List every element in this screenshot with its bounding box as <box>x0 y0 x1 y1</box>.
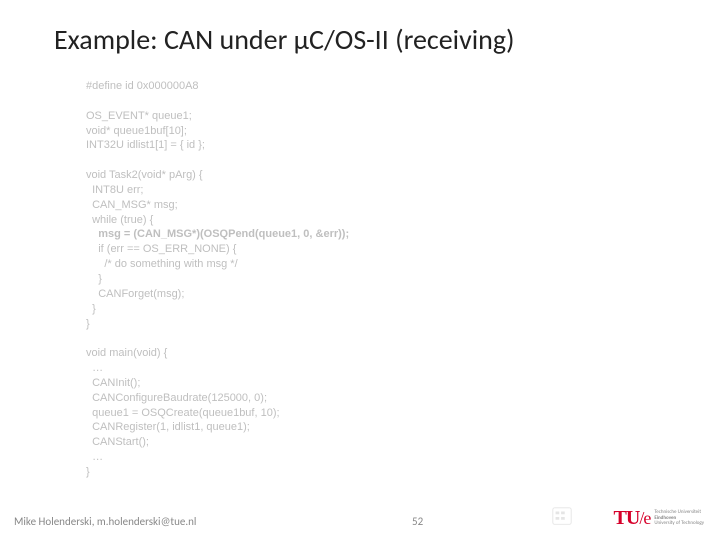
slide-title: Example: CAN under μC/OS-II (receiving) <box>0 0 720 57</box>
footer-page-number: 52 <box>412 515 423 528</box>
code-line: INT32U idlist1[1] = { id }; <box>86 139 205 151</box>
code-line: CANConfigureBaudrate(125000, 0); <box>86 392 267 404</box>
slide-footer: Mike Holenderski, m.holenderski@tue.nl 5… <box>0 504 720 532</box>
san-logo-icon <box>550 506 574 528</box>
code-line: /* do something with msg */ <box>86 258 238 270</box>
code-line: INT8U err; <box>86 184 143 196</box>
code-line: } <box>86 303 96 315</box>
code-line: … <box>86 451 103 463</box>
tue-logo: TU/e Technische Universiteit Eindhoven U… <box>614 507 704 530</box>
tue-sub-line: University of Technology <box>654 520 704 526</box>
code-line: void* queue1buf[10]; <box>86 125 187 137</box>
code-line: } <box>86 273 102 285</box>
code-line: CANForget(msg); <box>86 288 184 300</box>
code-line: void main(void) { <box>86 347 167 359</box>
code-line: … <box>86 362 103 374</box>
code-line: CANStart(); <box>86 436 149 448</box>
tue-logo-subtitle: Technische Universiteit Eindhoven Univer… <box>654 510 704 527</box>
code-line: queue1 = OSQCreate(queue1buf, 10); <box>86 407 280 419</box>
code-line: #define id 0x000000A8 <box>86 80 199 92</box>
code-line: OS_EVENT* queue1; <box>86 110 192 122</box>
footer-author: Mike Holenderski, m.holenderski@tue.nl <box>14 515 196 528</box>
code-line: } <box>86 318 90 330</box>
code-listing: #define id 0x000000A8 OS_EVENT* queue1; … <box>0 57 720 480</box>
code-line: CAN_MSG* msg; <box>86 199 178 211</box>
tue-tu: TU <box>614 507 640 529</box>
code-line: if (err == OS_ERR_NONE) { <box>86 243 236 255</box>
code-line: void Task2(void* pArg) { <box>86 169 203 181</box>
tue-slash-e: /e <box>639 508 650 528</box>
code-line-highlight: msg = (CAN_MSG*)(OSQPend(queue1, 0, &err… <box>86 228 349 240</box>
code-line: CANInit(); <box>86 377 140 389</box>
code-line: while (true) { <box>86 214 153 226</box>
code-line: } <box>86 466 90 478</box>
code-line: CANRegister(1, idlist1, queue1); <box>86 421 250 433</box>
tue-logo-mark: TU/e <box>614 507 651 530</box>
